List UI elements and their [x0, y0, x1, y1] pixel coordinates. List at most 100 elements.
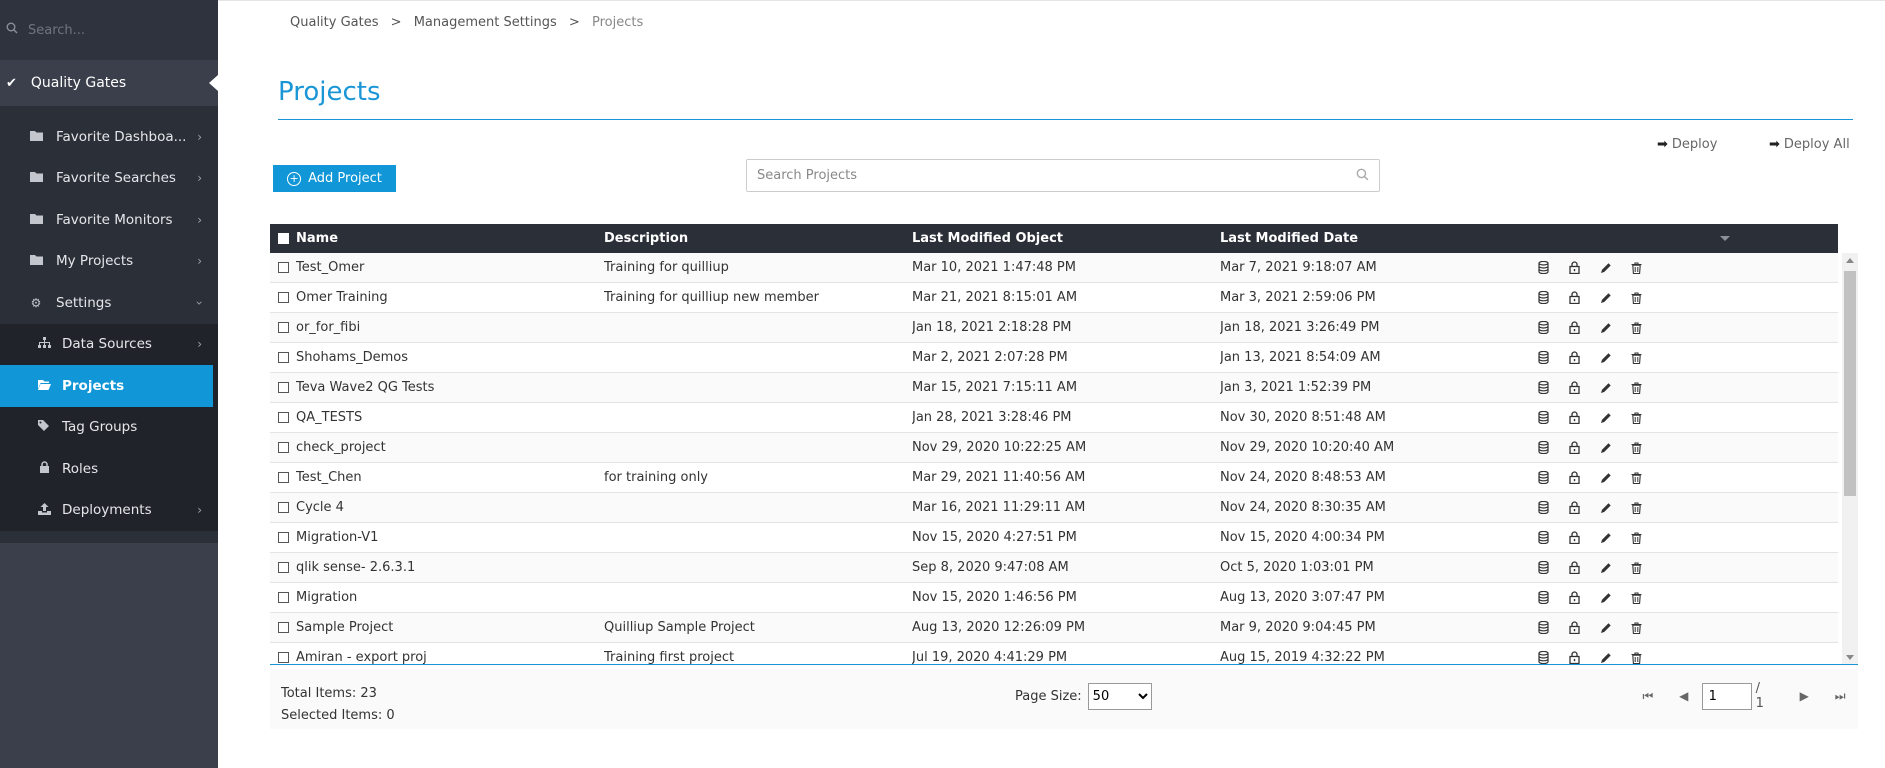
deploy-all-button[interactable]: ➡ Deploy All — [1769, 137, 1850, 152]
page-size-select[interactable]: 50 — [1087, 683, 1152, 710]
table-row[interactable]: Shohams_Demos Mar 2, 2021 2:07:28 PM Jan 1… — [270, 343, 1838, 373]
next-page-button[interactable]: ▶ — [1786, 689, 1822, 703]
trash-icon[interactable] — [1621, 321, 1652, 334]
row-checkbox[interactable] — [277, 412, 289, 423]
database-icon[interactable] — [1528, 381, 1559, 394]
cell-name[interactable]: QA_TESTS — [296, 410, 604, 425]
edit-pencil-icon[interactable] — [1590, 472, 1621, 484]
trash-icon[interactable] — [1621, 651, 1652, 664]
cell-name[interactable]: Migration-V1 — [296, 530, 604, 545]
sidebar-item-favorite-monitors[interactable]: Favorite Monitors › — [0, 199, 218, 241]
row-checkbox[interactable] — [277, 502, 289, 513]
edit-pencil-icon[interactable] — [1590, 622, 1621, 634]
cell-name[interactable]: check_project — [296, 440, 604, 455]
row-checkbox[interactable] — [277, 292, 289, 303]
trash-icon[interactable] — [1621, 561, 1652, 574]
header-last-modified-object[interactable]: Last Modified Object — [912, 231, 1220, 246]
prev-page-button[interactable]: ◀ — [1666, 689, 1702, 703]
select-all-checkbox[interactable] — [277, 233, 289, 244]
database-icon[interactable] — [1528, 621, 1559, 634]
scroll-down-arrow[interactable] — [1846, 655, 1854, 660]
scrollbar-thumb[interactable] — [1844, 271, 1856, 496]
table-row[interactable]: Test_Chen for training only Mar 29, 2021 1… — [270, 463, 1838, 493]
table-row[interactable]: Omer Training Training for quilliup new m… — [270, 283, 1838, 313]
sidebar-item-tag-groups[interactable]: Tag Groups — [0, 407, 218, 449]
lock-icon[interactable] — [1559, 291, 1590, 304]
database-icon[interactable] — [1528, 591, 1559, 604]
edit-pencil-icon[interactable] — [1590, 532, 1621, 544]
row-checkbox[interactable] — [277, 652, 289, 663]
table-row[interactable]: Migration Nov 15, 2020 1:46:56 PM Aug 13, … — [270, 583, 1838, 613]
row-checkbox[interactable] — [277, 262, 289, 273]
database-icon[interactable] — [1528, 501, 1559, 514]
trash-icon[interactable] — [1621, 471, 1652, 484]
sidebar-item-roles[interactable]: Roles — [0, 448, 218, 490]
header-name[interactable]: Name — [296, 231, 604, 246]
sidebar-item-favorite-searches[interactable]: Favorite Searches › — [0, 158, 218, 200]
database-icon[interactable] — [1528, 351, 1559, 364]
sidebar-item-quality-gates[interactable]: ✔ Quality Gates — [0, 60, 218, 106]
lock-icon[interactable] — [1559, 621, 1590, 634]
lock-icon[interactable] — [1559, 351, 1590, 364]
sidebar-item-favorite-dashboards[interactable]: Favorite Dashboa... › — [0, 116, 218, 158]
database-icon[interactable] — [1528, 651, 1559, 664]
cell-name[interactable]: Omer Training — [296, 290, 604, 305]
edit-pencil-icon[interactable] — [1590, 382, 1621, 394]
lock-icon[interactable] — [1559, 501, 1590, 514]
cell-name[interactable]: Migration — [296, 590, 604, 605]
table-row[interactable]: check_project Nov 29, 2020 10:22:25 AM Nov… — [270, 433, 1838, 463]
edit-pencil-icon[interactable] — [1590, 262, 1621, 274]
row-checkbox[interactable] — [277, 532, 289, 543]
trash-icon[interactable] — [1621, 351, 1652, 364]
trash-icon[interactable] — [1621, 591, 1652, 604]
cell-name[interactable]: Teva Wave2 QG Tests — [296, 380, 604, 395]
row-checkbox[interactable] — [277, 442, 289, 453]
header-description[interactable]: Description — [604, 231, 912, 246]
search-icon[interactable] — [1356, 168, 1369, 185]
row-checkbox[interactable] — [277, 622, 289, 633]
lock-icon[interactable] — [1559, 471, 1590, 484]
scroll-up-arrow[interactable] — [1846, 258, 1854, 263]
header-last-modified-date[interactable]: Last Modified Date — [1220, 231, 1528, 246]
edit-pencil-icon[interactable] — [1590, 292, 1621, 304]
sidebar-item-deployments[interactable]: Deployments › — [0, 490, 218, 532]
database-icon[interactable] — [1528, 561, 1559, 574]
sidebar-item-data-sources[interactable]: Data Sources › — [0, 324, 218, 366]
lock-icon[interactable] — [1559, 651, 1590, 664]
table-row[interactable]: qlik sense- 2.6.3.1 Sep 8, 2020 9:47:08 A… — [270, 553, 1838, 583]
table-row[interactable]: Migration-V1 Nov 15, 2020 4:27:51 PM Nov 1… — [270, 523, 1838, 553]
sort-desc-icon[interactable] — [1720, 236, 1730, 241]
cell-name[interactable]: Cycle 4 — [296, 500, 604, 515]
cell-name[interactable]: or_for_fibi — [296, 320, 604, 335]
row-checkbox[interactable] — [277, 322, 289, 333]
edit-pencil-icon[interactable] — [1590, 412, 1621, 424]
trash-icon[interactable] — [1621, 501, 1652, 514]
trash-icon[interactable] — [1621, 441, 1652, 454]
row-checkbox[interactable] — [277, 472, 289, 483]
cell-name[interactable]: Test_Chen — [296, 470, 604, 485]
trash-icon[interactable] — [1621, 291, 1652, 304]
edit-pencil-icon[interactable] — [1590, 352, 1621, 364]
lock-icon[interactable] — [1559, 531, 1590, 544]
edit-pencil-icon[interactable] — [1590, 562, 1621, 574]
edit-pencil-icon[interactable] — [1590, 652, 1621, 664]
database-icon[interactable] — [1528, 531, 1559, 544]
table-row[interactable]: QA_TESTS Jan 28, 2021 3:28:46 PM Nov 30, 2… — [270, 403, 1838, 433]
database-icon[interactable] — [1528, 411, 1559, 424]
sidebar-item-projects[interactable]: Projects — [0, 365, 213, 407]
lock-icon[interactable] — [1559, 411, 1590, 424]
cell-name[interactable]: Shohams_Demos — [296, 350, 604, 365]
trash-icon[interactable] — [1621, 411, 1652, 424]
trash-icon[interactable] — [1621, 261, 1652, 274]
lock-icon[interactable] — [1559, 321, 1590, 334]
table-row[interactable]: Sample Project Quilliup Sample Project Aug… — [270, 613, 1838, 643]
edit-pencil-icon[interactable] — [1590, 502, 1621, 514]
page-number-input[interactable] — [1701, 682, 1752, 710]
add-project-button[interactable]: + Add Project — [273, 165, 396, 192]
table-row[interactable]: Teva Wave2 QG Tests Mar 15, 2021 7:15:11 … — [270, 373, 1838, 403]
trash-icon[interactable] — [1621, 621, 1652, 634]
breadcrumb-quality-gates[interactable]: Quality Gates — [290, 15, 379, 30]
table-row[interactable]: or_for_fibi Jan 18, 2021 2:18:28 PM Jan 18… — [270, 313, 1838, 343]
database-icon[interactable] — [1528, 471, 1559, 484]
row-checkbox[interactable] — [277, 352, 289, 363]
